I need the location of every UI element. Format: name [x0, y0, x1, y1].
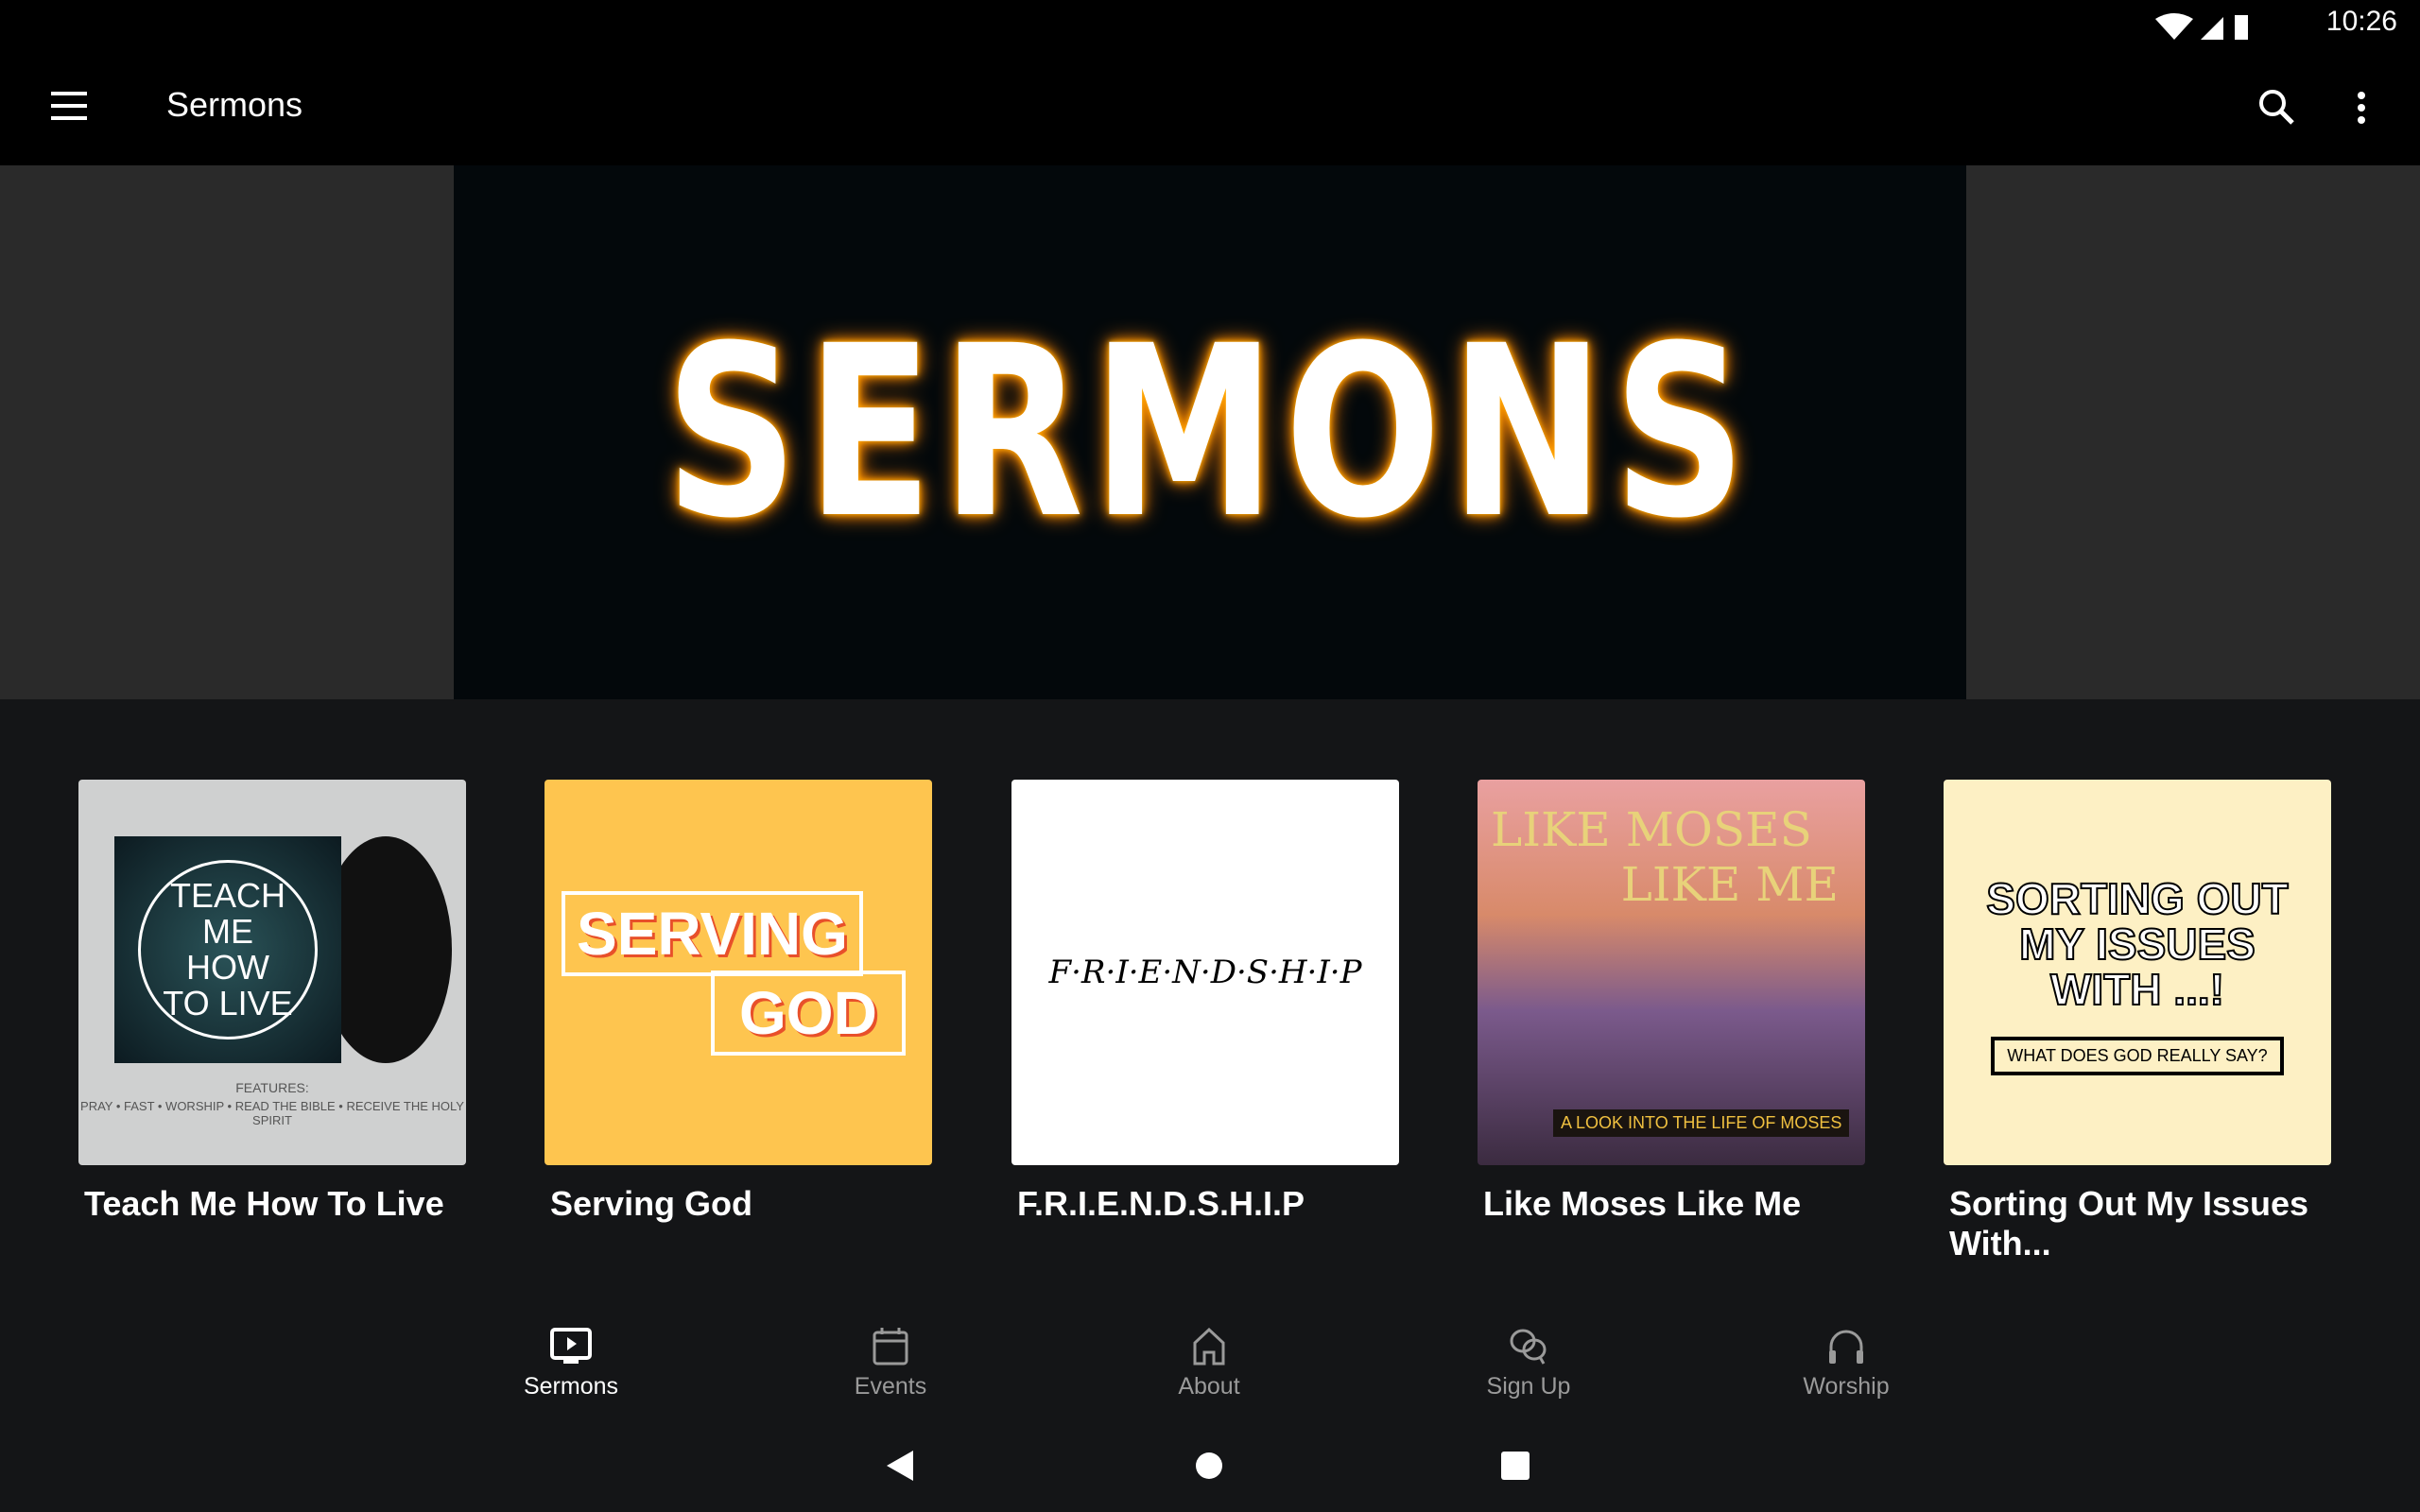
sermon-artwork: SERVING GOD — [544, 780, 932, 1165]
sermon-card[interactable]: TEACH ME HOW TO LIVE FEATURES: PRAY • FA… — [78, 780, 466, 1224]
signal-icons — [2155, 13, 2248, 40]
back-button-icon[interactable] — [887, 1451, 915, 1481]
search-icon[interactable] — [2257, 88, 2295, 126]
cell-signal-icon — [2201, 17, 2223, 40]
sermon-title: Like Moses Like Me — [1483, 1184, 1802, 1223]
battery-icon — [2235, 15, 2248, 40]
nav-label: Sign Up — [1486, 1373, 1571, 1400]
nav-about[interactable]: About — [1115, 1328, 1304, 1400]
page-title: Sermons — [166, 85, 303, 124]
home-button-icon[interactable] — [1195, 1452, 1223, 1480]
chat-icon — [1510, 1329, 1547, 1365]
sermon-artwork: SORTING OUT MY ISSUES WITH ...! WHAT DOE… — [1944, 780, 2331, 1165]
nav-label: Events — [854, 1373, 927, 1400]
banner-image: SERMONS — [454, 165, 1966, 699]
sermon-title: Sorting Out My Issues With... — [1949, 1184, 2309, 1263]
nav-label: Worship — [1803, 1373, 1890, 1400]
wifi-icon — [2155, 13, 2193, 40]
headphones-icon — [1829, 1330, 1863, 1364]
sermon-card[interactable]: SORTING OUT MY ISSUES WITH ...! WHAT DOE… — [1944, 780, 2331, 1263]
sermon-artwork: F·R·I·E·N·D·S·H·I·P — [1011, 780, 1399, 1165]
nav-events[interactable]: Events — [796, 1328, 985, 1400]
recents-button-icon[interactable] — [1501, 1452, 1530, 1480]
sermons-banner[interactable]: SERMONS — [0, 165, 2420, 699]
sermon-card[interactable]: SERVING GOD Serving God — [544, 780, 932, 1224]
sermon-card[interactable]: LIKE MOSES LIKE ME A LOOK INTO THE LIFE … — [1478, 780, 1865, 1224]
tv-play-icon — [550, 1328, 592, 1364]
menu-icon[interactable] — [51, 92, 87, 120]
nav-sign-up[interactable]: Sign Up — [1434, 1328, 1623, 1400]
nav-label: Sermons — [523, 1373, 619, 1400]
more-options-icon[interactable] — [2356, 91, 2367, 125]
nav-label: About — [1178, 1373, 1240, 1400]
nav-worship[interactable]: Worship — [1752, 1328, 1941, 1400]
sermon-title: Teach Me How To Live — [84, 1184, 444, 1223]
home-icon — [1193, 1328, 1225, 1366]
sermon-card[interactable]: F·R·I·E·N·D·S·H·I·P F.R.I.E.N.D.S.H.I.P — [1011, 780, 1399, 1224]
sermon-artwork: LIKE MOSES LIKE ME A LOOK INTO THE LIFE … — [1478, 780, 1865, 1165]
clock: 10:26 — [2325, 6, 2397, 37]
sermon-artwork: TEACH ME HOW TO LIVE FEATURES: PRAY • FA… — [78, 780, 466, 1165]
calendar-icon — [873, 1328, 908, 1366]
sermon-title: F.R.I.E.N.D.S.H.I.P — [1017, 1184, 1305, 1223]
nav-sermons[interactable]: Sermons — [476, 1328, 666, 1400]
banner-logo-text: SERMONS — [665, 295, 1755, 570]
app-bar: Sermons — [0, 47, 2420, 165]
sermon-title: Serving God — [550, 1184, 753, 1223]
